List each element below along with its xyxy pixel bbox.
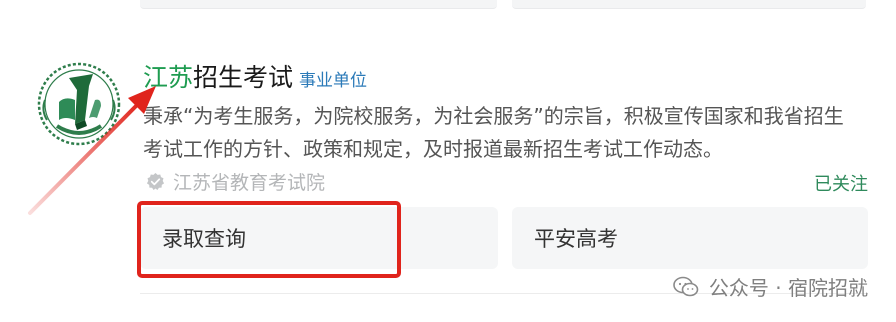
- wechat-icon: [673, 276, 699, 296]
- account-name-accent[interactable]: 江苏: [143, 58, 193, 94]
- safe-gaokao-label: 平安高考: [534, 227, 618, 251]
- previous-card-left: [140, 0, 497, 9]
- verified-org-row: 江苏省教育考试院: [146, 168, 325, 195]
- account-profile-card: 江苏 招生考试 事业单位 秉承“为考生服务，为院校服务，为社会服务”的宗旨，积极…: [0, 0, 896, 322]
- follow-status-button[interactable]: 已关注: [814, 170, 868, 196]
- safe-gaokao-button[interactable]: 平安高考: [512, 207, 868, 269]
- account-description: 秉承“为考生服务，为院校服务，为社会服务”的宗旨，积极宣传国家和我省招生考试工作…: [143, 104, 844, 161]
- account-type-badge: 事业单位: [299, 71, 368, 91]
- admission-query-button[interactable]: 录取查询: [140, 207, 498, 269]
- account-title-row[interactable]: 江苏 招生考试 事业单位: [143, 58, 367, 94]
- account-logo-icon[interactable]: [35, 60, 123, 148]
- watermark-text: 公众号 · 宿院招就: [708, 276, 868, 300]
- watermark: 公众号 · 宿院招就: [673, 272, 868, 301]
- verified-org-name: 江苏省教育考试院: [173, 172, 326, 194]
- admission-query-label: 录取查询: [162, 227, 246, 251]
- account-name[interactable]: 招生考试: [193, 58, 293, 94]
- verified-check-icon: [146, 172, 165, 191]
- previous-card-right: [512, 0, 866, 9]
